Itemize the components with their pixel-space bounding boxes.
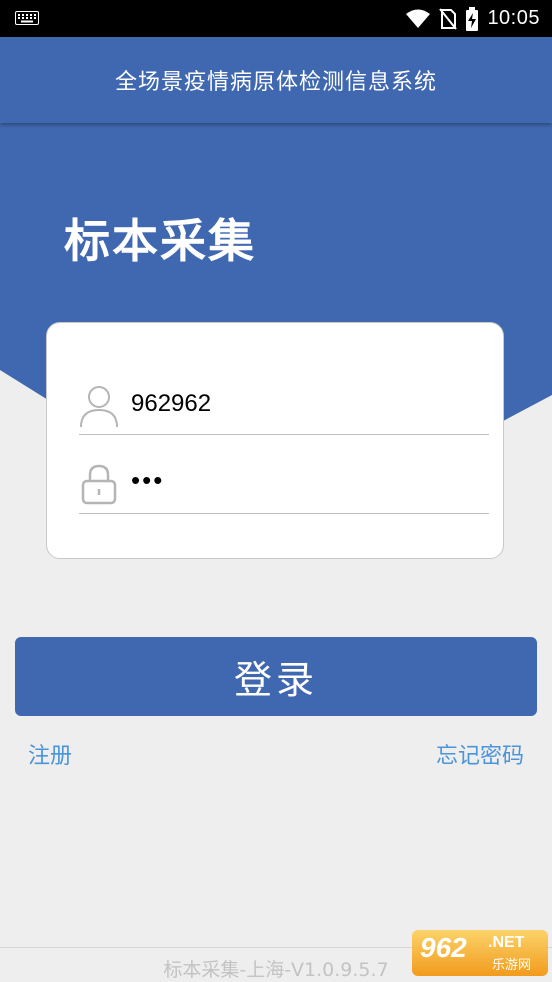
watermark-net: .NET	[488, 934, 525, 951]
user-icon	[80, 386, 118, 428]
register-link[interactable]: 注册	[28, 738, 72, 770]
login-card: 962962 •••	[46, 322, 504, 559]
no-sim-icon	[439, 7, 458, 30]
page-title: 标本采集	[64, 214, 256, 268]
watermark-logo: 962 .NET 乐游网	[412, 930, 548, 976]
battery-charging-icon	[466, 6, 479, 31]
status-bar: 10:05	[0, 0, 552, 37]
app-title: 全场景疫情病原体检测信息系统	[114, 70, 437, 95]
status-time: 10:05	[487, 7, 540, 29]
watermark-cn: 乐游网	[492, 957, 532, 972]
wifi-icon	[406, 9, 431, 28]
login-button[interactable]: 登录	[15, 637, 537, 716]
username-field[interactable]: 962962	[79, 378, 489, 435]
password-input[interactable]: •••	[131, 465, 164, 496]
app-title-bar: 全场景疫情病原体检测信息系统	[0, 37, 552, 123]
password-field[interactable]: •••	[79, 457, 489, 514]
forgot-password-link[interactable]: 忘记密码	[436, 738, 524, 770]
lock-icon	[81, 464, 117, 505]
keyboard-icon	[15, 11, 39, 25]
watermark-brand: 962	[420, 932, 467, 963]
username-input[interactable]: 962962	[131, 390, 211, 418]
